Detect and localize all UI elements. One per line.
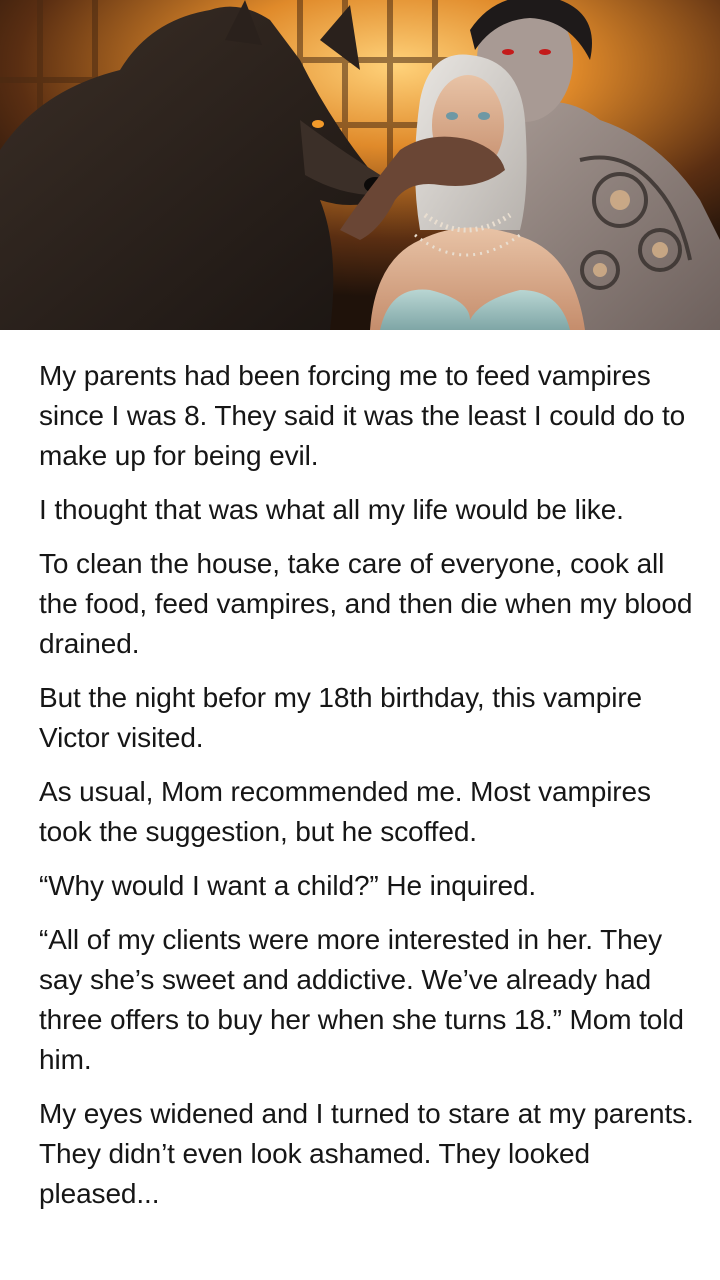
hero-illustration-svg — [0, 0, 720, 330]
story-paragraph: My eyes widened and I turned to stare at… — [39, 1098, 694, 1209]
story-paragraph: “Why would I want a child?” He inquired. — [39, 870, 537, 901]
story-paragraph: “All of my clients were more interested … — [39, 924, 684, 1075]
woman-eye — [446, 112, 458, 120]
hero-illustration — [0, 0, 720, 330]
story-paragraph: To clean the house, take care of everyon… — [39, 548, 693, 659]
story-paragraph: As usual, Mom recommended me. Most vampi… — [39, 776, 651, 847]
story-paragraph: My parents had been forcing me to feed v… — [39, 360, 686, 471]
story-text: My parents had been forcing me to feed v… — [39, 356, 699, 1228]
werewolf-eye — [312, 120, 324, 128]
vampire-eye — [539, 49, 551, 55]
story-paragraph: I thought that was what all my life woul… — [39, 494, 624, 525]
woman-eye — [478, 112, 490, 120]
story-paragraph: But the night befor my 18th birthday, th… — [39, 682, 643, 753]
vampire-eye — [502, 49, 514, 55]
